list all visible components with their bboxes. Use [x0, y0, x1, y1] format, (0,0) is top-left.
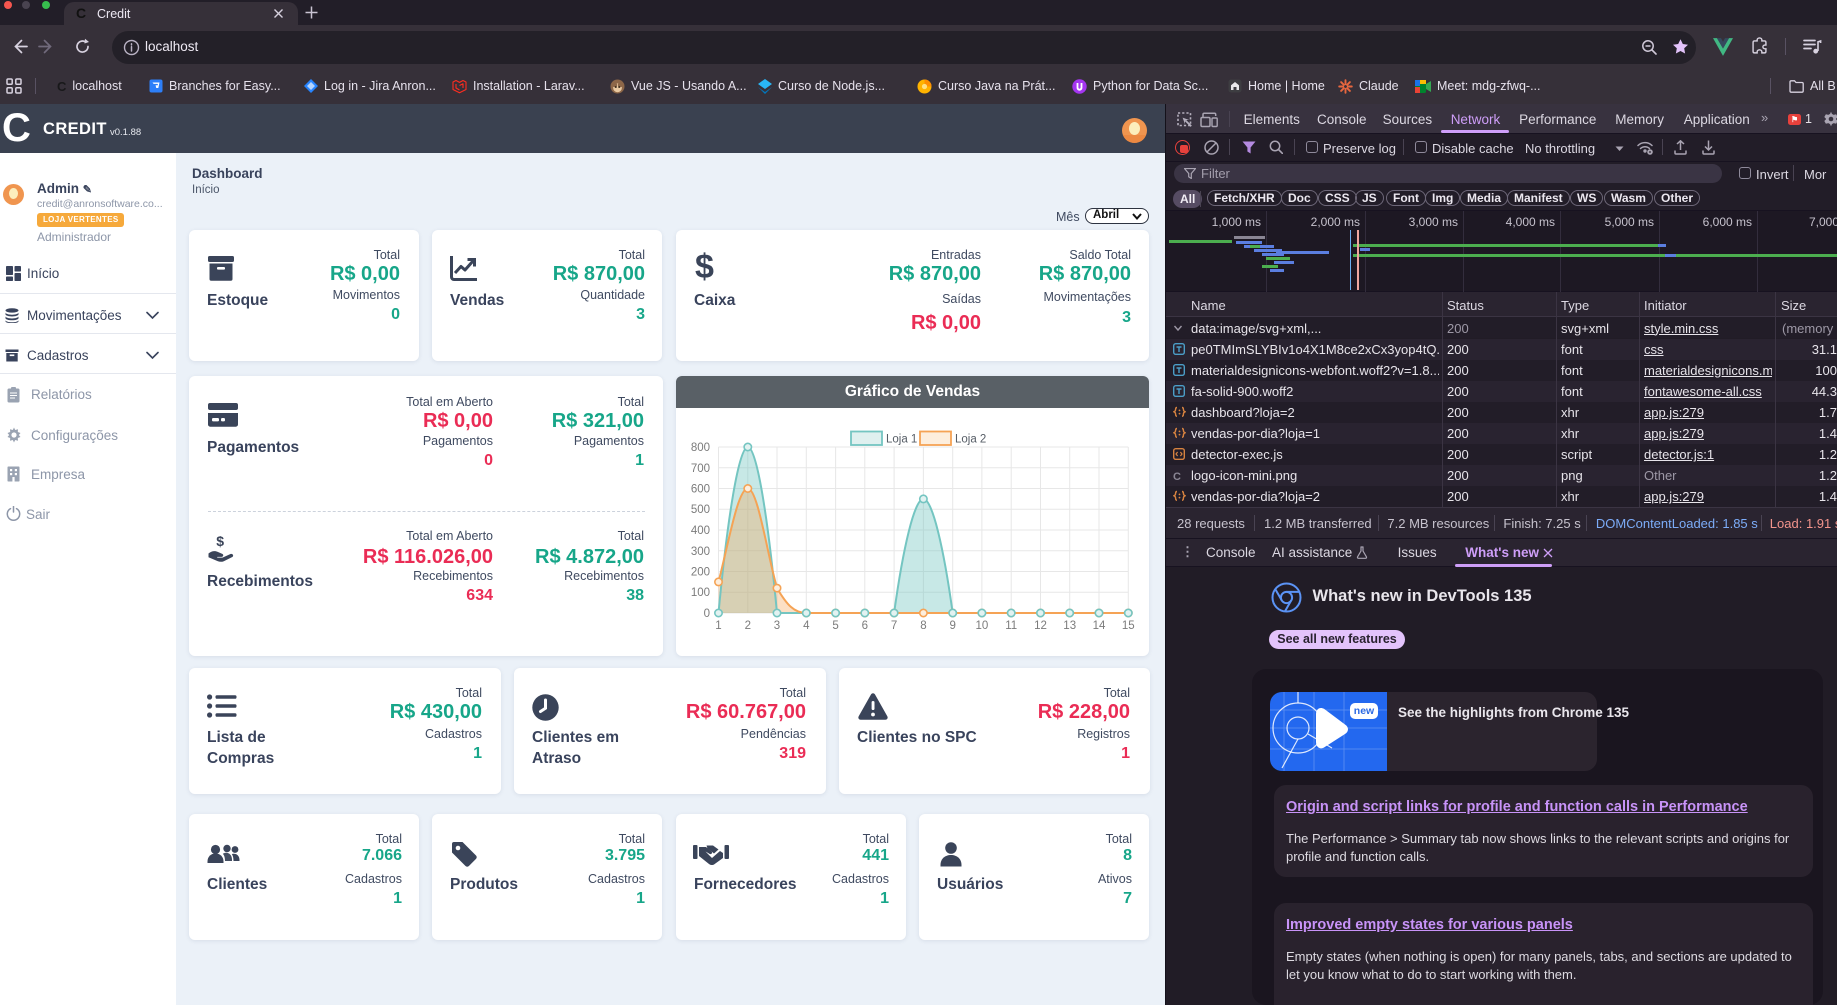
svg-text:5: 5 — [832, 620, 838, 632]
svg-text:$: $ — [216, 534, 224, 549]
svg-text:9: 9 — [949, 620, 955, 632]
svg-text:300: 300 — [691, 546, 710, 558]
svg-text:11: 11 — [1005, 620, 1017, 632]
svg-text:700: 700 — [691, 463, 710, 475]
svg-text:3: 3 — [774, 620, 780, 632]
svg-text:8: 8 — [920, 620, 926, 632]
svg-text:7: 7 — [891, 620, 897, 632]
svg-text:13: 13 — [1063, 620, 1076, 632]
svg-text:0: 0 — [704, 608, 710, 620]
svg-text:6: 6 — [862, 620, 868, 632]
svg-text:15: 15 — [1122, 620, 1135, 632]
svg-text:10: 10 — [976, 620, 989, 632]
svg-text:4: 4 — [803, 620, 810, 632]
svg-text:500: 500 — [691, 504, 710, 516]
svg-text:800: 800 — [691, 442, 710, 454]
svg-text:200: 200 — [691, 567, 710, 579]
svg-text:Loja 1: Loja 1 — [886, 434, 917, 446]
svg-text:14: 14 — [1093, 620, 1106, 632]
svg-text:100: 100 — [691, 587, 710, 599]
svg-text:12: 12 — [1034, 620, 1047, 632]
svg-text:1: 1 — [715, 620, 721, 632]
svg-text:400: 400 — [691, 525, 710, 537]
svg-text:2: 2 — [745, 620, 751, 632]
svg-text:600: 600 — [691, 484, 710, 496]
svg-text:Loja 2: Loja 2 — [955, 434, 986, 446]
